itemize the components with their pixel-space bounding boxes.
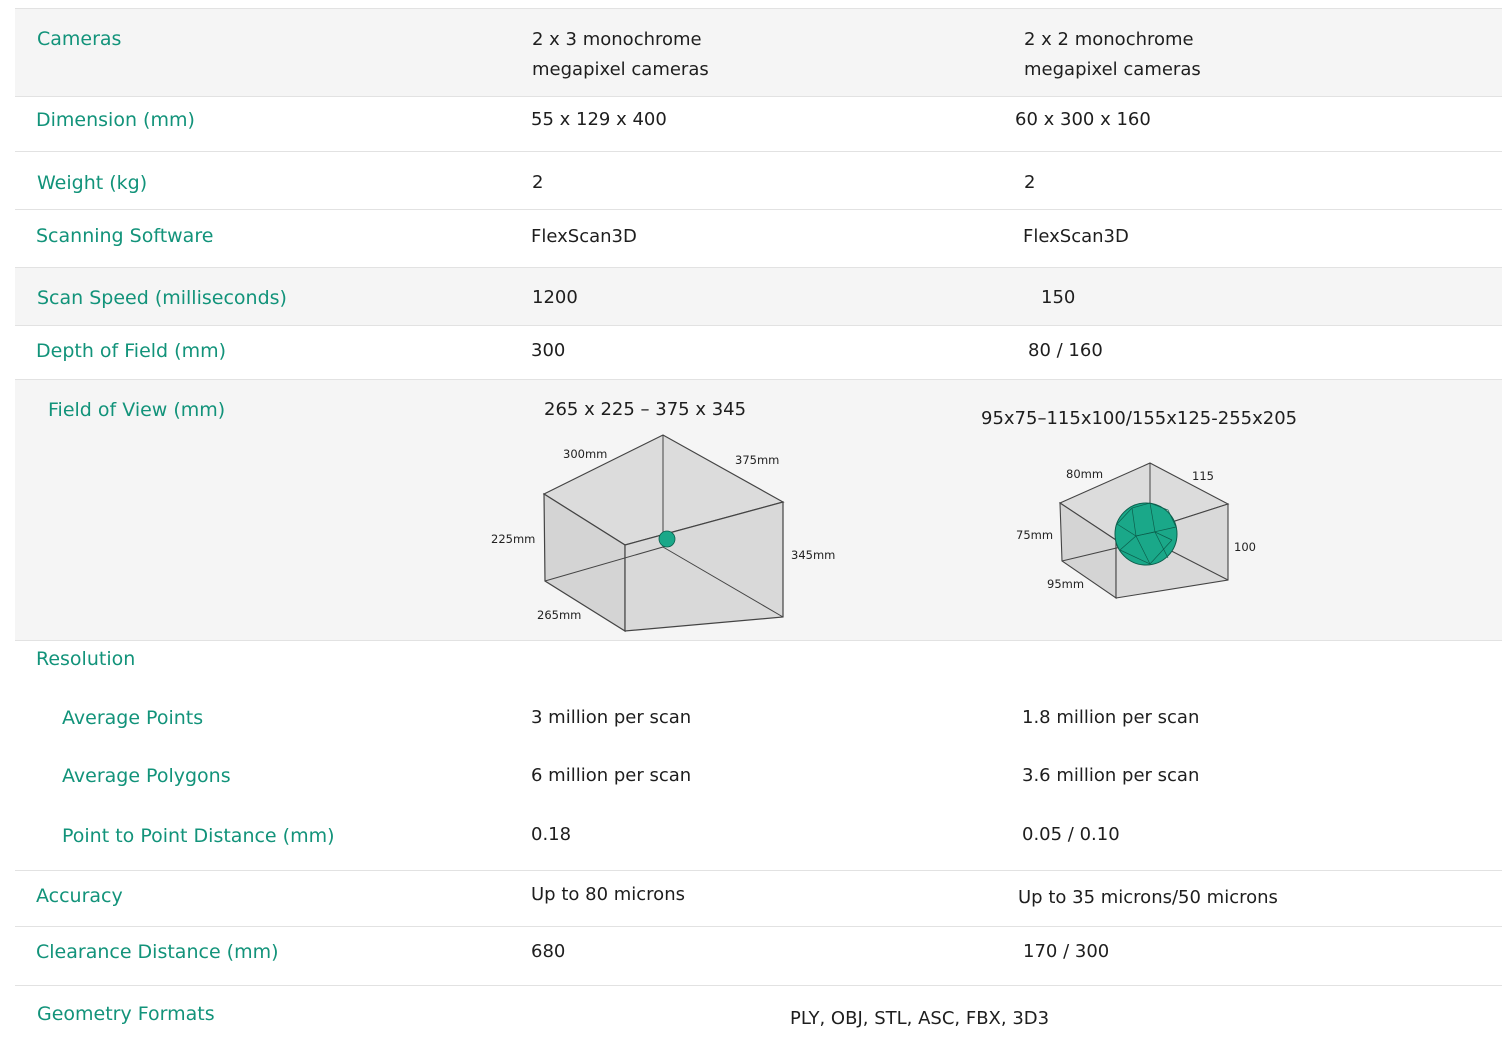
avg-polygons-label: Average Polygons	[62, 765, 231, 787]
resolution-label: Resolution	[36, 648, 136, 670]
avg-polygons-col1: 6 million per scan	[531, 765, 692, 786]
divider	[15, 267, 1502, 268]
point-distance-col1: 0.18	[531, 824, 572, 845]
divider	[15, 209, 1502, 210]
accuracy-col1: Up to 80 microns	[531, 884, 685, 905]
scan-speed-label: Scan Speed (milliseconds)	[37, 287, 287, 309]
diagram1-label-bottom: 265mm	[537, 608, 581, 622]
avg-points-col1: 3 million per scan	[531, 707, 692, 728]
geometry-value: PLY, OBJ, STL, ASC, FBX, 3D3	[790, 1008, 1050, 1029]
weight-col2: 2	[1024, 172, 1036, 193]
software-label: Scanning Software	[36, 225, 214, 247]
diagram2-label-bottom: 95mm	[1047, 577, 1084, 591]
field-of-view-col1: 265 x 225 – 375 x 345	[544, 399, 747, 420]
diagram2-label-left: 75mm	[1016, 528, 1053, 542]
cameras-col1-line2: megapixel cameras	[532, 59, 709, 80]
field-of-view-label: Field of View (mm)	[48, 399, 226, 421]
weight-col1: 2	[532, 172, 544, 193]
diagram2-label-top-right: 115	[1192, 469, 1214, 483]
clearance-col2: 170 / 300	[1023, 941, 1110, 962]
geometry-label: Geometry Formats	[37, 1003, 215, 1025]
scan-speed-col2: 150	[1041, 287, 1076, 308]
field-of-view-diagram-large: 300mm 375mm 225mm 345mm 265mm	[491, 434, 835, 633]
cameras-label: Cameras	[37, 28, 122, 50]
weight-label: Weight (kg)	[37, 172, 148, 194]
avg-points-label: Average Points	[62, 707, 204, 729]
cameras-col2-line1: 2 x 2 monochrome	[1024, 29, 1194, 50]
accuracy-label: Accuracy	[36, 885, 123, 907]
diagram2-label-right: 100	[1234, 540, 1256, 554]
accuracy-col2: Up to 35 microns/50 microns	[1018, 887, 1278, 908]
field-of-view-diagram-small: 80mm 115 75mm 100 95mm	[1016, 462, 1256, 600]
scan-sphere-small	[658, 530, 676, 548]
row-cameras-bg	[15, 9, 1502, 97]
divider	[15, 96, 1502, 97]
divider	[15, 926, 1502, 927]
dimension-col2: 60 x 300 x 160	[1015, 109, 1151, 130]
divider	[15, 640, 1502, 641]
diagram1-label-right: 345mm	[791, 548, 835, 562]
diagram1-label-top-right: 375mm	[735, 453, 779, 467]
divider	[15, 325, 1502, 326]
clearance-col1: 680	[531, 941, 566, 962]
diagram1-label-left: 225mm	[491, 532, 535, 546]
dimension-col1: 55 x 129 x 400	[531, 109, 667, 130]
diagram2-label-top-left: 80mm	[1066, 467, 1103, 481]
divider	[15, 379, 1502, 380]
avg-points-col2: 1.8 million per scan	[1022, 707, 1200, 728]
depth-of-field-label: Depth of Field (mm)	[36, 340, 226, 362]
cameras-col1-line1: 2 x 3 monochrome	[532, 29, 702, 50]
depth-of-field-col1: 300	[531, 340, 566, 361]
scan-sphere-large	[1114, 502, 1178, 566]
software-col2: FlexScan3D	[1023, 226, 1129, 247]
divider	[15, 870, 1502, 871]
depth-of-field-col2: 80 / 160	[1028, 340, 1103, 361]
point-distance-label: Point to Point Distance (mm)	[62, 825, 335, 847]
divider	[15, 151, 1502, 152]
scan-speed-col1: 1200	[532, 287, 578, 308]
divider	[15, 985, 1502, 986]
clearance-label: Clearance Distance (mm)	[36, 941, 279, 963]
diagram1-label-top-left: 300mm	[563, 447, 607, 461]
divider	[15, 8, 1502, 9]
dimension-label: Dimension (mm)	[36, 109, 195, 131]
software-col1: FlexScan3D	[531, 226, 637, 247]
field-of-view-col2: 95x75–115x100/155x125-255x205	[981, 408, 1298, 429]
cameras-col2-line2: megapixel cameras	[1024, 59, 1201, 80]
point-distance-col2: 0.05 / 0.10	[1022, 824, 1120, 845]
avg-polygons-col2: 3.6 million per scan	[1022, 765, 1200, 786]
